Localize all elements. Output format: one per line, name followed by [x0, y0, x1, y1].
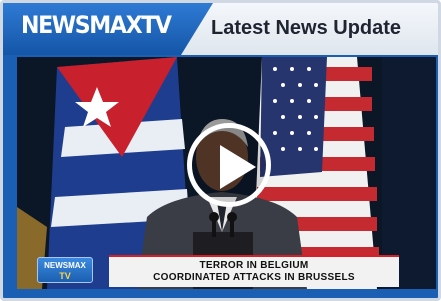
- play-icon: [220, 145, 256, 189]
- header-title[interactable]: Latest News Update: [211, 17, 401, 40]
- logo-banner: NEWSMAXTV: [3, 3, 213, 55]
- video-widget: NEWSMAXTV Latest News Update NEWSMAX TV …: [0, 0, 441, 301]
- news-lower-third: TERROR IN BELGIUM COORDINATED ATTACKS IN…: [109, 255, 399, 287]
- ticker-logo-top: NEWSMAX: [44, 261, 86, 270]
- ticker-logo-bottom: TV: [59, 271, 71, 281]
- widget-header: NEWSMAXTV Latest News Update: [3, 3, 438, 55]
- video-player[interactable]: NEWSMAX TV TERROR IN BELGIUM COORDINATED…: [17, 57, 436, 289]
- ticker-logo: NEWSMAX TV: [37, 257, 93, 283]
- lower-third-line-2: COORDINATED ATTACKS IN BRUSSELS: [153, 272, 355, 283]
- play-button[interactable]: [187, 123, 271, 207]
- newsmax-tv-logo[interactable]: NEWSMAXTV: [21, 11, 172, 39]
- lower-third-line-1: TERROR IN BELGIUM: [199, 260, 309, 271]
